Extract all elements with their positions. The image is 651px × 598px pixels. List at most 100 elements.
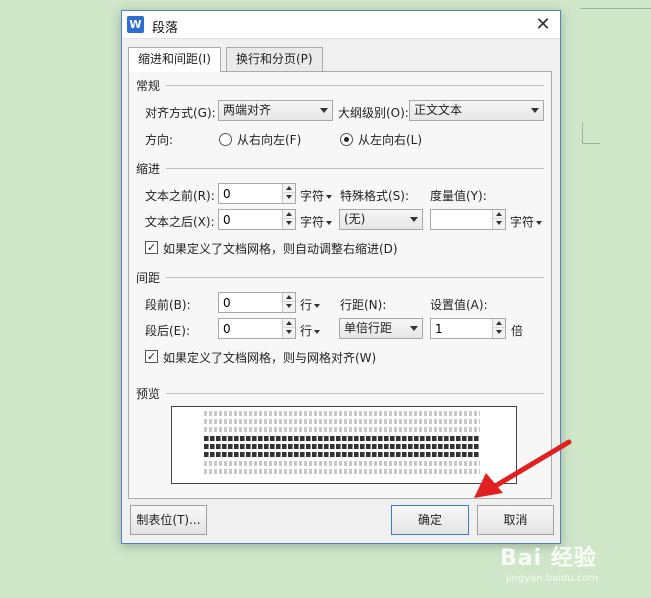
chevron-down-icon — [531, 108, 539, 113]
unit-text: 行 — [300, 324, 313, 338]
spacing-after-unit[interactable]: 行 — [300, 322, 321, 339]
stepper-up-icon[interactable] — [493, 319, 505, 328]
indent-before-unit[interactable]: 字符 — [300, 187, 333, 204]
tab-stops-button[interactable]: 制表位(T)... — [130, 505, 207, 535]
measure-unit[interactable]: 字符 — [510, 213, 543, 230]
section-spacing-title: 间距 — [136, 271, 161, 285]
line-spacing-label: 行距(N): — [340, 298, 387, 312]
special-format-value: (无) — [344, 212, 366, 226]
chevron-down-icon — [410, 326, 418, 331]
preview-next-paragraph-line — [204, 461, 480, 466]
indent-after-label: 文本之后(X): — [145, 215, 215, 229]
direction-label: 方向: — [145, 133, 174, 147]
line-spacing-select[interactable]: 单倍行距 — [339, 318, 423, 339]
ltr-label[interactable]: 从左向右(L) — [358, 131, 422, 148]
preview-prev-paragraph-line — [204, 427, 480, 432]
setting-value-unit: 倍 — [511, 324, 524, 338]
background-margin-mark — [582, 122, 583, 144]
title-bar: W 段落 ✕ — [122, 11, 560, 39]
paragraph-dialog: W 段落 ✕ 缩进和间距(I) 换行和分页(P) 常规 对齐方式(G): 两端对… — [121, 10, 561, 544]
wps-writer-icon: W — [127, 16, 144, 33]
indent-after-unit[interactable]: 字符 — [300, 213, 333, 230]
stepper-up-icon[interactable] — [493, 210, 505, 219]
ltr-radio[interactable] — [340, 133, 353, 146]
indent-after-input[interactable] — [219, 210, 281, 229]
alignment-value: 两端对齐 — [223, 103, 272, 117]
tab-line-page-breaks[interactable]: 换行和分页(P) — [226, 47, 323, 71]
spacing-grid-checkbox-label[interactable]: 如果定义了文档网格，则与网格对齐(W) — [163, 349, 376, 366]
preview-prev-paragraph-line — [204, 411, 480, 416]
setting-value-label: 设置值(A): — [430, 298, 488, 312]
tab-indent-spacing[interactable]: 缩进和间距(I) — [128, 47, 221, 72]
alignment-select[interactable]: 两端对齐 — [218, 100, 333, 121]
measure-input[interactable] — [431, 210, 491, 229]
spacing-after-stepper[interactable] — [218, 318, 296, 339]
chevron-down-icon — [320, 108, 328, 113]
line-spacing-value: 单倍行距 — [344, 321, 393, 335]
stepper-buttons — [282, 319, 295, 338]
preview-next-paragraph-line — [204, 469, 480, 474]
indent-before-input[interactable] — [219, 184, 281, 203]
special-format-select[interactable]: (无) — [339, 209, 423, 230]
watermark-url: jingyan.baidu.com — [506, 573, 599, 584]
stepper-buttons — [492, 210, 505, 229]
spacing-before-stepper[interactable] — [218, 292, 296, 313]
spacing-before-input[interactable] — [219, 293, 281, 312]
preview-current-paragraph-line — [204, 436, 480, 441]
section-divider — [166, 168, 544, 169]
stepper-down-icon[interactable] — [493, 219, 505, 228]
spacing-after-input[interactable] — [219, 319, 281, 338]
stepper-buttons — [282, 210, 295, 229]
stepper-down-icon[interactable] — [493, 328, 505, 337]
chevron-down-icon — [326, 194, 333, 199]
paragraph-preview — [171, 406, 517, 484]
unit-text: 字符 — [510, 215, 535, 229]
indent-grid-checkbox-label[interactable]: 如果定义了文档网格，则自动调整右缩进(D) — [163, 240, 398, 257]
section-divider — [166, 277, 544, 278]
outline-level-label: 大纲级别(O): — [338, 106, 409, 120]
setting-value-input[interactable] — [431, 319, 491, 338]
setting-value-stepper[interactable] — [430, 318, 506, 339]
baidu-jingyan-watermark: Bai 经验 jingyan.baidu.com — [500, 540, 640, 590]
spacing-before-unit[interactable]: 行 — [300, 296, 321, 313]
background-divider — [580, 8, 651, 9]
chevron-down-icon — [410, 217, 418, 222]
stepper-down-icon[interactable] — [283, 328, 295, 337]
stepper-down-icon[interactable] — [283, 219, 295, 228]
section-general-title: 常规 — [136, 79, 161, 93]
close-icon[interactable]: ✕ — [530, 14, 556, 36]
stepper-buttons — [492, 319, 505, 338]
alignment-label: 对齐方式(G): — [145, 106, 216, 120]
indent-before-stepper[interactable] — [218, 183, 296, 204]
measure-label: 度量值(Y): — [430, 189, 487, 203]
preview-current-paragraph-line — [204, 444, 480, 449]
section-preview-title: 预览 — [136, 387, 161, 401]
stepper-up-icon[interactable] — [283, 210, 295, 219]
chevron-down-icon — [314, 303, 321, 308]
indent-before-label: 文本之前(R): — [145, 189, 215, 203]
measure-stepper[interactable] — [430, 209, 506, 230]
stepper-buttons — [282, 293, 295, 312]
stepper-down-icon[interactable] — [283, 193, 295, 202]
cancel-button[interactable]: 取消 — [477, 505, 554, 535]
stepper-down-icon[interactable] — [283, 302, 295, 311]
stepper-buttons — [282, 184, 295, 203]
outline-level-select[interactable]: 正文文本 — [409, 100, 544, 121]
dialog-title: 段落 — [152, 21, 179, 36]
chevron-down-icon — [314, 329, 321, 334]
preview-current-paragraph-line — [204, 452, 480, 457]
background-margin-mark — [582, 143, 600, 144]
rtl-label[interactable]: 从右向左(F) — [237, 131, 301, 148]
section-divider — [166, 85, 544, 86]
stepper-up-icon[interactable] — [283, 293, 295, 302]
section-indent-title: 缩进 — [136, 162, 161, 176]
unit-text: 字符 — [300, 215, 325, 229]
spacing-grid-checkbox[interactable]: ✓ — [145, 350, 158, 363]
stepper-up-icon[interactable] — [283, 184, 295, 193]
rtl-radio[interactable] — [219, 133, 232, 146]
ok-button[interactable]: 确定 — [391, 505, 469, 535]
indent-grid-checkbox[interactable]: ✓ — [145, 241, 158, 254]
indent-after-stepper[interactable] — [218, 209, 296, 230]
spacing-after-label: 段后(E): — [145, 324, 190, 338]
stepper-up-icon[interactable] — [283, 319, 295, 328]
